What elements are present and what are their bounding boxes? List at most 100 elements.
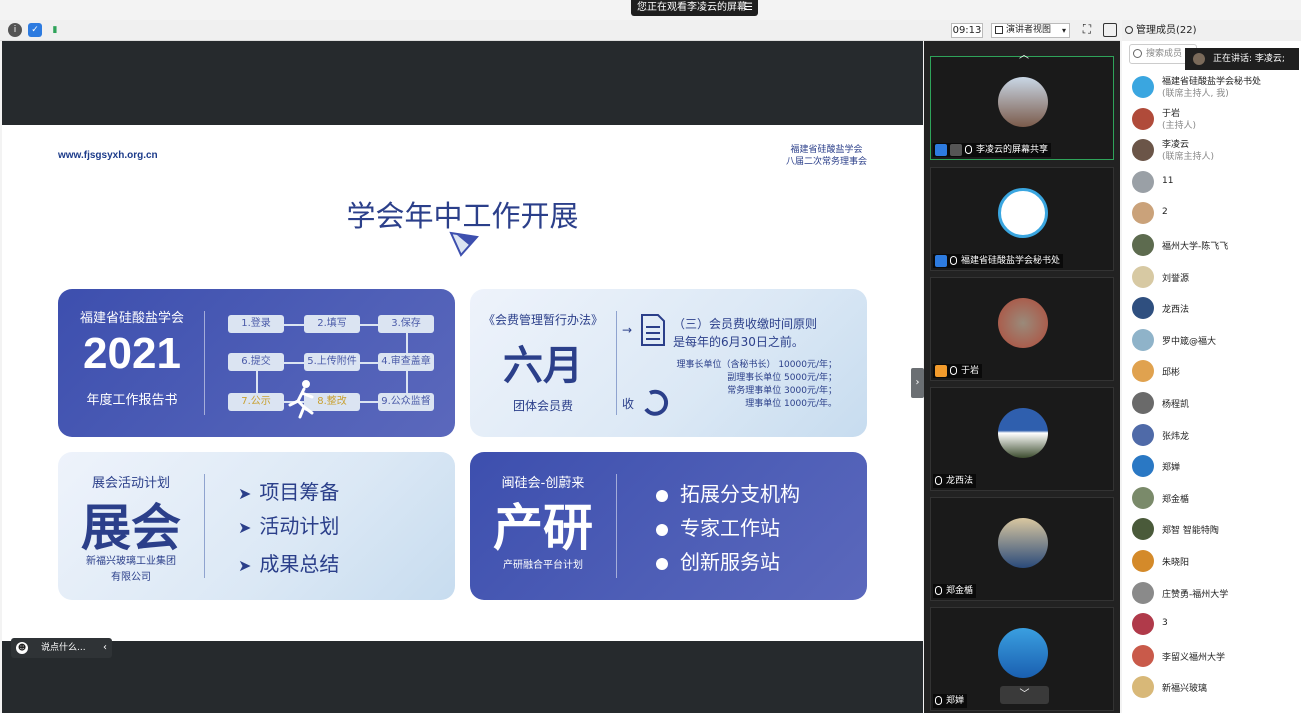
participant-row[interactable]: 11: [1132, 167, 1297, 197]
host-badge-icon: [935, 254, 947, 267]
person-icon: [1125, 26, 1133, 34]
arrow-bullet-icon: ➤: [238, 518, 252, 537]
bullet-text: 成果总结: [259, 552, 340, 576]
chat-input[interactable]: ☻ 说点什么... ‹: [11, 638, 112, 658]
host-badge-icon: [935, 143, 947, 156]
video-tile[interactable]: 龙西法: [930, 387, 1114, 491]
participant-row[interactable]: 郑智 智能特陶: [1132, 514, 1297, 544]
participant-row[interactable]: 刘誉源: [1132, 262, 1297, 292]
participant-row[interactable]: 庄赞勇-福州大学: [1132, 578, 1297, 608]
participant-row[interactable]: 张炜龙: [1132, 420, 1297, 450]
participant-row[interactable]: 罗中箴@福大: [1132, 325, 1297, 355]
info-icon[interactable]: i: [8, 23, 22, 37]
avatar: [1132, 76, 1154, 98]
participant-name: 郑智 智能特陶: [1162, 526, 1219, 537]
participant-name: 罗中箴@福大: [1162, 336, 1217, 347]
tile-name: 龙西法: [933, 474, 977, 488]
avatar: [1132, 455, 1154, 478]
card2-big: 六月: [503, 343, 583, 389]
dot-bullet-icon: [656, 489, 668, 502]
scroll-down-button[interactable]: ﹀: [1000, 686, 1049, 704]
speaking-text: 正在讲话: 李凌云;: [1213, 54, 1285, 64]
tile-name: 于岩: [933, 364, 983, 378]
banner-text: 您正在观看李凌云的屏幕: [637, 2, 747, 13]
card1-year: 2021: [83, 329, 181, 378]
shield-icon[interactable]: ✓: [28, 23, 42, 37]
card4-sub: 产研融合平台计划: [503, 560, 583, 571]
participants-header[interactable]: 管理成员(22): [1122, 20, 1301, 41]
participant-row[interactable]: 李凌云 (联席主持人): [1132, 135, 1297, 165]
card-annual-report: 福建省硅酸盐学会 2021 年度工作报告书 1.登录 2.填写 3.保存 6.提…: [58, 289, 455, 437]
bullet-text: 活动计划: [259, 514, 340, 538]
participant-row[interactable]: 福建省硅酸盐学会秘书处 (联席主持人, 我): [1132, 72, 1297, 102]
avatar: [1132, 170, 1154, 193]
collapse-gallery-button[interactable]: ›: [911, 368, 924, 398]
avatar: [1132, 234, 1154, 256]
bullet-item: ➤ 成果总结: [238, 548, 339, 577]
flow-step: 4.审查盖章: [378, 353, 434, 371]
divider: [204, 311, 205, 415]
participant-row[interactable]: 于岩 (主持人): [1132, 104, 1297, 134]
menu-icon[interactable]: ☰: [744, 0, 753, 16]
participant-row[interactable]: 2: [1132, 198, 1297, 228]
tile-name: 李凌云的屏幕共享: [933, 143, 1052, 157]
slide-org: 福建省硅酸盐学会 八届二次常务理事会: [786, 144, 867, 168]
view-mode-select[interactable]: 演讲者视图 ▾: [991, 23, 1070, 38]
flow-connector: [406, 371, 408, 393]
participant-row[interactable]: 朱晓阳: [1132, 546, 1297, 576]
emoji-icon[interactable]: ☻: [16, 642, 28, 654]
bullet-item: 专家工作站: [656, 512, 780, 541]
participant-name: 朱晓阳: [1162, 558, 1190, 568]
flow-step: 9.公众监督: [378, 393, 434, 411]
chevron-left-icon[interactable]: ‹: [103, 638, 107, 658]
divider: [204, 474, 205, 578]
fee-rule-line1: （三）会员费收缴时间原则: [673, 317, 818, 331]
participant-name: 李留义福州大学: [1162, 652, 1226, 663]
video-tile[interactable]: 于岩: [930, 277, 1114, 381]
participant-role: (主持人): [1162, 120, 1197, 131]
participant-row[interactable]: 郑金楯: [1132, 483, 1297, 513]
participant-role: (联席主持人, 我): [1162, 89, 1229, 99]
video-tile[interactable]: 郑金楯: [930, 497, 1114, 601]
participant-row[interactable]: 福州大学-陈飞飞: [1132, 230, 1297, 260]
bullet-text: 专家工作站: [680, 516, 780, 540]
search-placeholder: 搜索成员: [1146, 49, 1183, 59]
video-tile[interactable]: 福建省硅酸盐学会秘书处: [930, 167, 1114, 271]
fee-item: 理事单位 1000元/年。: [745, 399, 837, 409]
presentation-slide: www.fjsgsyxh.org.cn 福建省硅酸盐学会 八届二次常务理事会 学…: [2, 125, 923, 641]
chevron-up-icon[interactable]: ︿: [1019, 46, 1029, 61]
video-tile[interactable]: 李凌云的屏幕共享: [930, 56, 1114, 160]
avatar: [1132, 550, 1154, 572]
muted-microphone-icon: [935, 696, 942, 705]
document-icon: [641, 314, 665, 346]
participant-row[interactable]: 李留义福州大学: [1132, 641, 1297, 671]
tile-name: 郑金楯: [933, 584, 977, 598]
avatar: [1132, 297, 1154, 320]
signal-icon[interactable]: ▮: [48, 23, 62, 37]
participant-name: 郑婵: [1162, 463, 1181, 474]
participant-row[interactable]: 杨程凯: [1132, 388, 1297, 418]
participant-row[interactable]: 邱彬: [1132, 356, 1297, 386]
screen-share-icon: [950, 143, 962, 156]
participant-row[interactable]: 3: [1132, 609, 1297, 639]
screen-share-banner[interactable]: 您正在观看李凌云的屏幕 ☰: [631, 0, 758, 16]
card3-company-line1: 新福兴玻璃工业集团: [86, 556, 176, 567]
chat-placeholder: 说点什么...: [41, 643, 86, 653]
arrow-icon: →: [622, 323, 633, 337]
avatar: [1132, 423, 1154, 446]
org-line-1: 福建省硅酸盐学会: [790, 145, 863, 155]
avatar: [998, 298, 1048, 348]
chevron-down-icon: ﹀: [1019, 689, 1030, 700]
muted-microphone-icon: [935, 476, 942, 485]
participant-row[interactable]: 新福兴玻璃: [1132, 672, 1297, 702]
fee-item: 理事长单位（含秘书长） 10000元/年；: [676, 360, 837, 370]
fullscreen-icon[interactable]: ⛶: [1080, 23, 1094, 37]
participant-row[interactable]: 龙西法: [1132, 293, 1297, 323]
participant-name: 福州大学-陈飞飞: [1162, 242, 1229, 252]
layout-icon[interactable]: [1103, 23, 1117, 37]
avatar: [1132, 328, 1154, 351]
bullet-text: 拓展分支机构: [680, 482, 800, 506]
card1-sub: 年度工作报告书: [86, 393, 178, 408]
flow-connector: [256, 371, 258, 393]
participant-row[interactable]: 郑婵: [1132, 451, 1297, 481]
